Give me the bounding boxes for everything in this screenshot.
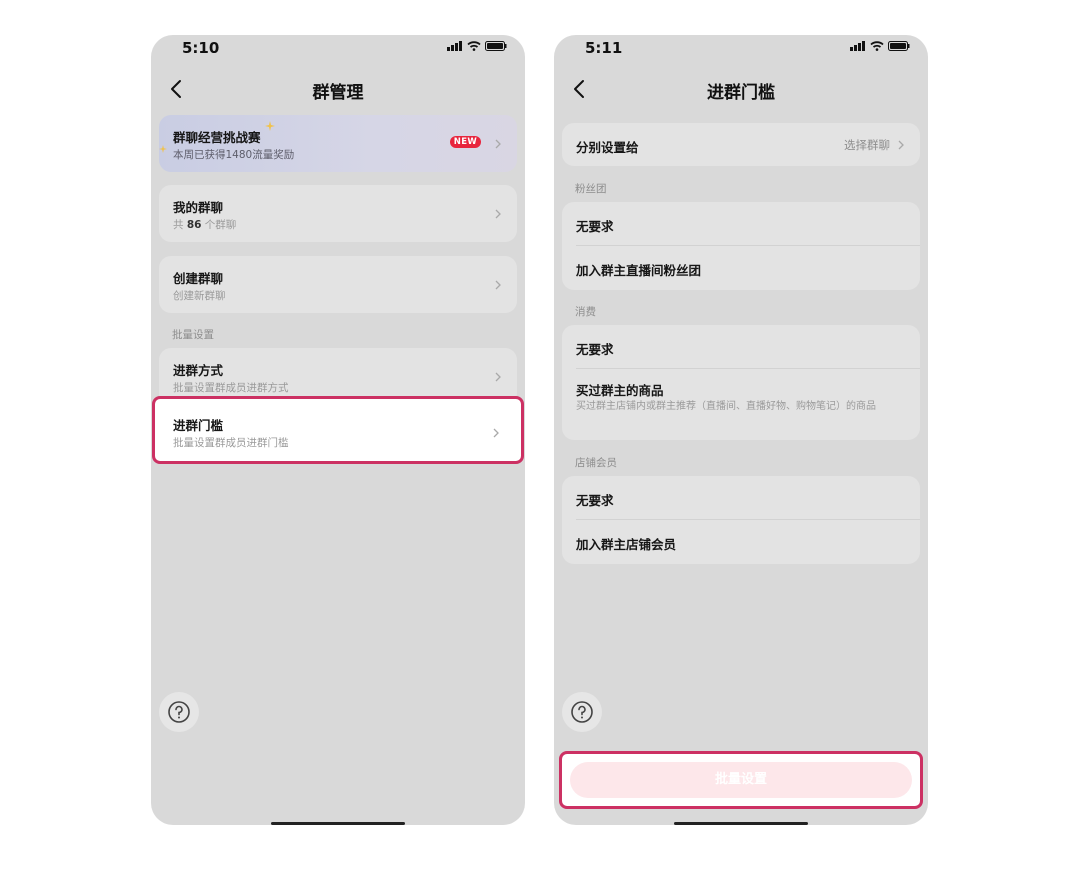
help-button[interactable] [159,692,199,732]
divider [576,368,920,369]
challenge-banner[interactable]: 群聊经营挑战赛 本周已获得1480流量奖励 NEW [159,115,517,172]
purchase-option-none[interactable]: 无要求 [576,339,906,358]
status-bar: 5:10 [151,35,525,61]
fans-section-label: 粉丝团 [575,183,607,195]
join-method-title: 进群方式 [173,363,224,378]
status-time: 5:10 [182,39,220,57]
status-icons [850,41,910,51]
wifi-icon [467,41,481,51]
my-groups-title: 我的群聊 [173,200,224,215]
my-groups-count: 共 86 个群聊 [173,217,236,232]
count-prefix: 共 [173,219,187,231]
join-threshold-item[interactable]: 进群门槛 批量设置群成员进群门槛 [152,396,524,464]
chevron-right-icon [495,372,501,382]
member-option-none[interactable]: 无要求 [576,490,906,509]
join-threshold-title: 进群门槛 [173,418,224,433]
fans-option-join[interactable]: 加入群主直播间粉丝团 [576,260,906,279]
battery-icon [888,41,910,51]
wifi-icon [870,41,884,51]
status-icons [447,41,507,51]
phone-join-threshold: 5:11 进群门槛 分别设置给 选择群聊 粉丝团 无要求 加入群主直播间粉丝团 … [554,35,928,825]
join-threshold-subtitle: 批量设置群成员进群门槛 [173,437,289,449]
battery-icon [485,41,507,51]
question-mark-icon [168,701,190,723]
divider [576,519,920,520]
purchase-option-bought[interactable]: 买过群主的商品 [576,380,906,399]
chevron-right-icon [495,139,501,149]
home-indicator [674,822,808,825]
page-title: 进群门槛 [707,83,775,103]
page-title: 群管理 [312,83,364,103]
nav-bar: 进群门槛 [554,71,928,107]
member-section-label: 店铺会员 [575,457,617,469]
status-time: 5:11 [585,39,623,57]
sparkle-icon [159,145,167,153]
create-group-item[interactable]: 创建群聊 创建新群聊 [159,256,517,313]
select-group-value: 选择群聊 [844,138,890,152]
create-group-title: 创建群聊 [173,271,224,286]
batch-set-button[interactable]: 批量设置 [570,762,912,798]
chevron-right-icon [493,428,499,438]
my-groups-item[interactable]: 我的群聊 共 86 个群聊 [159,185,517,242]
help-button[interactable] [562,692,602,732]
chevron-right-icon [495,280,501,290]
member-options-group: 无要求 加入群主店铺会员 [562,476,920,564]
signal-icon [447,41,462,51]
create-group-subtitle: 创建新群聊 [173,290,226,302]
set-separately-label: 分别设置给 [576,140,639,155]
sparkle-icon [265,121,275,131]
join-method-subtitle: 批量设置群成员进群方式 [173,382,289,394]
chevron-right-icon [898,140,904,150]
purchase-section-label: 消费 [575,306,596,318]
fans-option-none[interactable]: 无要求 [576,216,906,235]
divider [576,245,920,246]
purchase-option-bought-desc: 买过群主店铺内或群主推荐（直播间、直播好物、购物笔记）的商品 [576,401,876,412]
count-suffix: 个群聊 [201,219,237,231]
batch-set-highlight: 批量设置 [559,751,923,809]
phone-group-management: 5:10 群管理 群聊经营挑战赛 本周已获得1480流量奖励 NEW 我的群聊 … [151,35,525,825]
purchase-options-group: 无要求 买过群主的商品 买过群主店铺内或群主推荐（直播间、直播好物、购物笔记）的… [562,325,920,440]
count-number: 86 [186,219,202,231]
chevron-right-icon [495,209,501,219]
nav-bar: 群管理 [151,71,525,107]
banner-subtitle: 本周已获得1480流量奖励 [173,149,295,161]
home-indicator [271,822,405,825]
set-separately-row[interactable]: 分别设置给 选择群聊 [562,123,920,166]
new-badge: NEW [449,136,481,148]
banner-title: 群聊经营挑战赛 [173,130,261,145]
status-bar: 5:11 [554,35,928,61]
question-mark-icon [571,701,593,723]
signal-icon [850,41,865,51]
member-option-join[interactable]: 加入群主店铺会员 [576,534,906,553]
batch-section-label: 批量设置 [172,329,214,341]
fans-options-group: 无要求 加入群主直播间粉丝团 [562,202,920,290]
